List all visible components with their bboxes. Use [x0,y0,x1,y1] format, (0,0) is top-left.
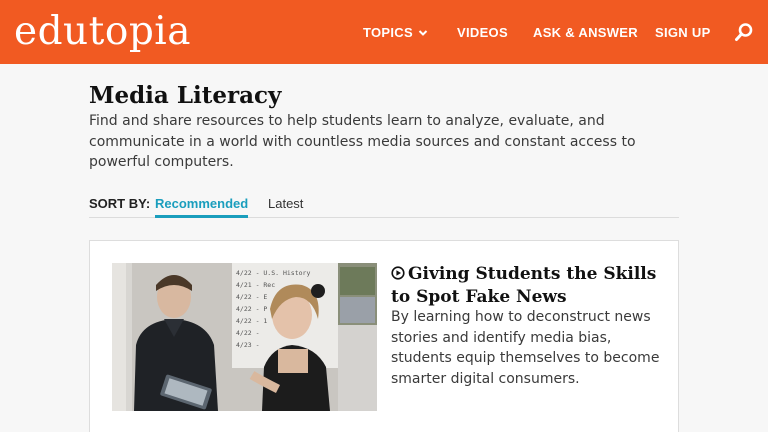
article-thumbnail[interactable]: 4/22 - U.S. History 4/21 - Rec 4/22 - E … [112,263,377,411]
sort-option-latest[interactable]: Latest [268,196,303,215]
whiteboard-line: 4/23 - [236,341,259,349]
article-title: Giving Students the Skills to Spot Fake … [391,264,657,307]
whiteboard-line: 4/22 - 1 [236,317,267,325]
play-circle-icon [391,266,405,280]
whiteboard-line: 4/22 - P [236,305,267,313]
nav-videos-label: VIDEOS [457,25,508,40]
nav-videos[interactable]: VIDEOS [457,25,508,40]
article-description: By learning how to deconstruct news stor… [391,309,660,387]
page-description: Find and share resources to help student… [89,113,636,170]
page-title: Media Literacy [89,82,282,109]
whiteboard-line: 4/22 - [236,329,259,337]
nav-sign-up[interactable]: SIGN UP [655,25,711,40]
whiteboard-line: 4/22 - U.S. History [236,269,310,277]
sort-bar: SORT BY: Recommended Latest [89,195,679,218]
nav-topics[interactable]: TOPICS [363,25,428,40]
site-header: edutopia TOPICS VIDEOS ASK & ANSWER SIGN… [0,0,768,64]
whiteboard-line: 4/22 - E [236,293,267,301]
nav-sign-up-label: SIGN UP [655,25,711,40]
chevron-down-icon [418,29,428,36]
search-icon[interactable] [734,22,754,42]
site-logo[interactable]: edutopia [14,10,191,54]
nav-topics-label: TOPICS [363,25,413,40]
article-card: 4/22 - U.S. History 4/21 - Rec 4/22 - E … [89,240,679,432]
whiteboard-line: 4/21 - Rec [236,281,275,289]
nav-ask-answer[interactable]: ASK & ANSWER [533,25,638,40]
article-title-link[interactable]: Giving Students the Skills to Spot Fake … [391,263,661,309]
sort-option-recommended[interactable]: Recommended [155,196,249,218]
sort-label: SORT BY: [89,196,151,211]
nav-ask-answer-label: ASK & ANSWER [533,25,638,40]
classroom-photo-image: 4/22 - U.S. History 4/21 - Rec 4/22 - E … [112,263,377,411]
